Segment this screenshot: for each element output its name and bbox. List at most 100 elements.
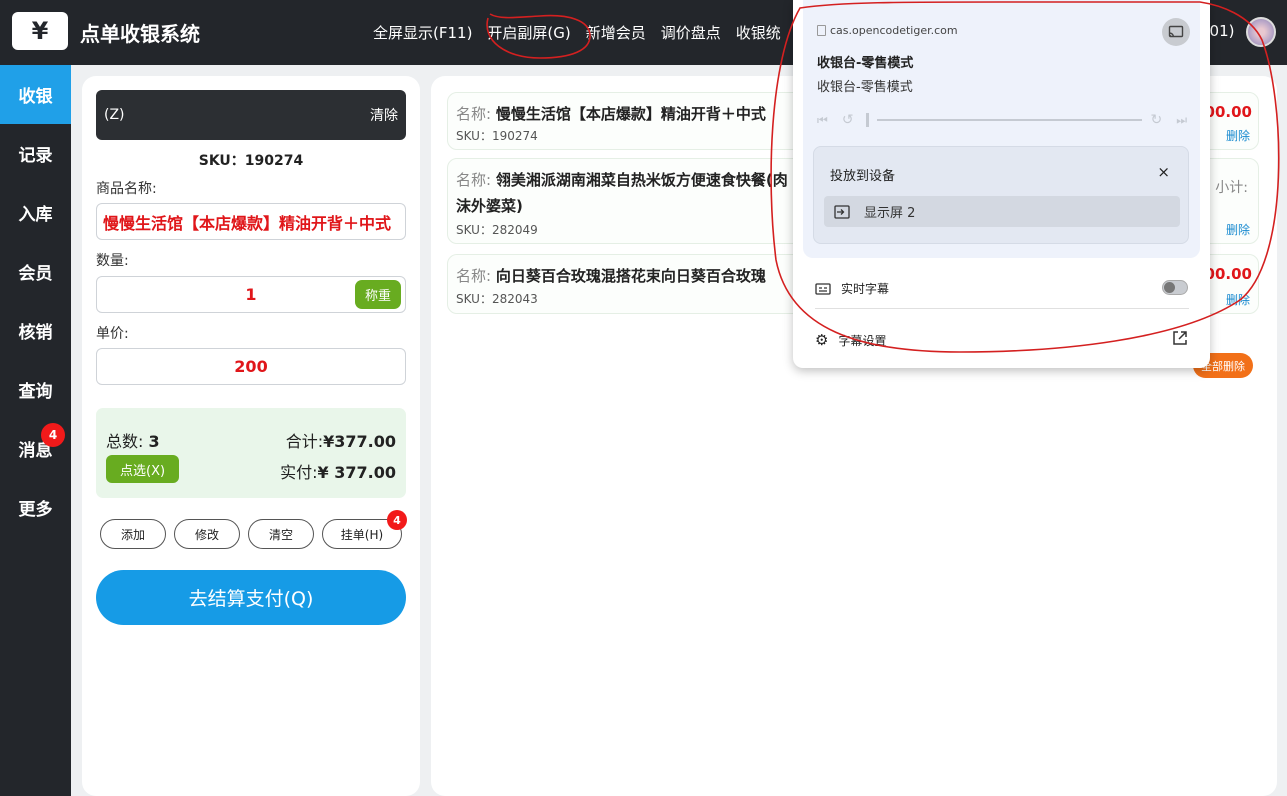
clear-button[interactable]: 清空 (248, 519, 314, 549)
fast-forward-icon[interactable]: ↻ (1150, 112, 1162, 128)
action-buttons: 添加 修改 清空 挂单(H) 4 (100, 510, 407, 549)
cart-item-sku: SKU：282049 (456, 223, 538, 237)
unit-price-value: 200 (234, 357, 268, 376)
nav-price-adjust[interactable]: 调价盘点 (661, 22, 721, 43)
media-subtitle: 收银台-零售模式 (817, 80, 913, 95)
sidebar-item-label: 入库 (18, 205, 53, 225)
total-amount-label: 合计: (285, 432, 324, 451)
cart-item-sku: SKU：282043 (456, 292, 538, 306)
cart-item-name: 名称: 向日葵百合玫瑰混搭花束向日葵百合玫瑰 (456, 263, 796, 289)
captions-icon (815, 282, 831, 295)
quantity-field[interactable]: 1 称重 (96, 276, 406, 313)
scan-input[interactable]: (Z) 清除 (96, 90, 406, 140)
sidebar-item-members[interactable]: 会员 (0, 242, 71, 301)
scan-clear-button[interactable]: 清除 (370, 105, 398, 125)
sidebar-item-messages[interactable]: 消息 4 (0, 419, 71, 478)
sidebar-item-label: 会员 (18, 264, 53, 284)
sidebar-item-query[interactable]: 查询 (0, 360, 71, 419)
checkout-button[interactable]: 去结算支付(Q) (96, 570, 406, 625)
paid-amount-label: 实付: (280, 463, 318, 482)
page-icon (817, 25, 826, 36)
cast-popup: cas.opencodetiger.com 收银台-零售模式 收银台-零售模式 … (793, 0, 1210, 368)
unit-price-label: 单价: (96, 326, 129, 342)
nav-fullscreen[interactable]: 全屏显示(F11) (373, 22, 472, 43)
current-sku: SKU：190274 (198, 153, 304, 169)
cart-item-name: 名称: 慢慢生活馆【本店爆款】精油开背＋中式 (456, 101, 796, 127)
next-track-icon[interactable]: ⏭ (1176, 113, 1187, 128)
live-captions-toggle[interactable] (1162, 280, 1188, 295)
cart-item-name-value: 慢慢生活馆【本店爆款】精油开背＋中式 (495, 105, 766, 123)
previous-track-icon[interactable]: ⏮ (817, 113, 828, 128)
cart-item-name-label: 名称: (456, 267, 492, 285)
sidebar-item-more[interactable]: 更多 (0, 478, 71, 537)
progress-handle[interactable] (865, 113, 869, 127)
live-captions-row[interactable]: 实时字幕 (815, 280, 889, 297)
cart-item-delete[interactable]: 删除 (1226, 291, 1250, 308)
device-name: 显示屏 2 (864, 206, 916, 221)
sidebar-item-records[interactable]: 记录 (0, 124, 71, 183)
cart-item-sku: SKU：190274 (456, 129, 538, 143)
product-entry-panel: (Z) 清除 SKU：190274 商品名称: 慢慢生活馆【本店爆款】精油开背＋… (82, 76, 420, 796)
cart-item-name-value: 翎美湘派湖南湘菜自热米饭方便速食快餐(肉沫外婆菜) (456, 171, 788, 215)
caption-settings-label: 字幕设置 (838, 333, 887, 348)
edit-button[interactable]: 修改 (174, 519, 240, 549)
sidebar-item-label: 记录 (18, 146, 53, 166)
device-display-2[interactable]: 显示屏 2 (824, 196, 1180, 227)
sidebar-item-label: 核销 (18, 323, 53, 343)
paid-amount-value: ¥ 377.00 (317, 463, 396, 482)
avatar[interactable] (1246, 17, 1276, 47)
total-count-label: 总数: (106, 432, 144, 451)
edit-button-label: 修改 (194, 527, 219, 542)
cart-item-price: 00.00 (1204, 265, 1252, 283)
cast-to-device: 投放到设备 × 显示屏 2 (813, 146, 1189, 244)
message-count-badge: 4 (41, 423, 65, 447)
nav-secondary-screen[interactable]: 开启副屏(G) (487, 22, 570, 43)
cart-item-name: 名称: 翎美湘派湖南湘菜自热米饭方便速食快餐(肉沫外婆菜) (456, 167, 796, 219)
pick-button[interactable]: 点选(X) (106, 455, 180, 483)
open-external-icon[interactable] (1172, 330, 1188, 346)
order-summary: 总数: 3 合计:¥377.00 点选(X) 实付:¥ 377.00 (96, 408, 406, 498)
add-button[interactable]: 添加 (100, 519, 166, 549)
cart-item-delete[interactable]: 删除 (1226, 127, 1250, 144)
hold-order-button[interactable]: 挂单(H) 4 (322, 510, 407, 549)
app-logo: ¥ (12, 12, 68, 50)
weigh-button[interactable]: 称重 (354, 280, 401, 309)
total-count: 总数: 3 (106, 428, 160, 452)
nav-cashier-stats[interactable]: 收银统 (736, 22, 781, 43)
site-url: cas.opencodetiger.com (830, 24, 958, 37)
site-origin: cas.opencodetiger.com (817, 24, 958, 37)
total-count-value: 3 (148, 432, 160, 451)
media-progress-bar[interactable] (876, 119, 1143, 121)
hold-order-label: 挂单(H) (340, 527, 384, 542)
nav-add-member[interactable]: 新增会员 (586, 22, 646, 43)
paid-amount: 实付:¥ 377.00 (280, 459, 396, 483)
cart-item-delete[interactable]: 删除 (1226, 221, 1250, 238)
media-controls: ⏮ ↺ ↻ ⏭ (817, 110, 1187, 130)
top-nav: 全屏显示(F11) 开启副屏(G) 新增会员 调价盘点 收银统 (373, 22, 796, 43)
live-captions-label: 实时字幕 (841, 282, 890, 296)
product-name-field[interactable]: 慢慢生活馆【本店爆款】精油开背＋中式 (96, 203, 406, 240)
product-name-label: 商品名称: (96, 181, 157, 197)
display-input-icon (834, 204, 850, 219)
cart-item-name-label: 名称: (456, 171, 492, 189)
quantity-label: 数量: (96, 253, 129, 269)
sidebar-item-verify[interactable]: 核销 (0, 301, 71, 360)
total-amount-value: ¥377.00 (323, 432, 396, 451)
cart-item-price: 00.00 (1204, 103, 1252, 121)
clear-button-label: 清空 (268, 527, 293, 542)
add-button-label: 添加 (120, 527, 145, 542)
sidebar-item-label: 查询 (18, 382, 53, 402)
unit-price-field[interactable]: 200 (96, 348, 406, 385)
cast-icon-glyph (1168, 25, 1184, 38)
close-icon[interactable]: × (1157, 163, 1170, 181)
sidebar-item-stock-in[interactable]: 入库 (0, 183, 71, 242)
gear-icon: ⚙ (815, 331, 829, 349)
sidebar-item-label: 更多 (18, 500, 53, 520)
rewind-icon[interactable]: ↺ (842, 112, 854, 128)
product-name-value: 慢慢生活馆【本店爆款】精油开背＋中式 (103, 213, 392, 233)
sidebar-item-cashier[interactable]: 收银 (0, 65, 71, 124)
cart-item-name-label: 名称: (456, 105, 492, 123)
caption-settings-row[interactable]: ⚙ 字幕设置 (815, 331, 886, 349)
cast-icon[interactable] (1162, 18, 1190, 46)
hold-order-badge: 4 (387, 510, 407, 530)
